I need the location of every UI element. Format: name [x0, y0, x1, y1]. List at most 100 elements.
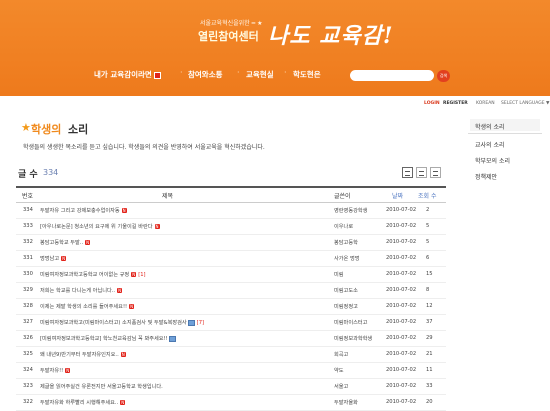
page-intro: 학생들의 생생한 목소리를 듣고 싶습니다. 학생들의 의견을 반영하여 서울교… — [23, 144, 265, 151]
row-author[interactable]: 미림 — [334, 271, 344, 278]
row-title-cell[interactable]: 두발자유화 하루빨리 시행해주세요.. N — [40, 399, 126, 406]
row-title-link[interactable]: 제글을 읽어주실건 유론전지만 서울고등학교 학생입니다. — [40, 384, 163, 390]
table-row[interactable]: 334 두발자유 그리고 강제보충수업이자동 N 영란영동강학생 2010-07-02 2 — [16, 203, 446, 219]
row-title-cell[interactable]: 미림여자정보과학고등학교 어이없는 규정 N [1] — [40, 271, 146, 278]
row-title-cell[interactable]: 왜 내년9)반기부터 두발자유인지요.. N — [40, 351, 126, 358]
row-author[interactable]: 두발자율화 — [334, 399, 358, 406]
table-row[interactable]: 327 미림여자정보과학고(미림마이스터고) 소지품검사 및 두발&복장검사 [7]… — [16, 315, 446, 331]
table-row[interactable]: 326 [미림여자정보과학고등학교] 학노천교육감님 꼭 봐주세요!! 미림정보과학… — [16, 331, 446, 347]
row-date: 2010-07-02 — [386, 399, 417, 405]
comment-count[interactable]: [1] — [138, 272, 145, 278]
row-title-link[interactable]: 두발자유화 하루빨리 시행해주세요.. — [40, 400, 118, 406]
row-title-cell[interactable]: 두발자유!! N — [40, 367, 71, 374]
row-date: 2010-07-02 — [386, 255, 417, 261]
nav-item-participation[interactable]: 참여와소통 — [188, 69, 223, 80]
row-date: 2010-07-02 — [386, 367, 417, 373]
table-row[interactable]: 331 멍멍남고 N 사가온 멍멍 2010-07-02 6 — [16, 251, 446, 267]
site-logo[interactable]: 서울교육혁신을위한 ━ ★ 열린참여센터 나도 교육감! — [170, 18, 393, 58]
table-row[interactable]: 325 왜 내년9)반기부터 두발자유인지요.. N 회곡고 2010-07-02 21 — [16, 347, 446, 363]
col-no: 번호 — [22, 193, 34, 200]
row-title-link[interactable]: 두발자유!! — [40, 368, 63, 374]
row-date: 2010-07-02 — [386, 223, 417, 229]
row-author[interactable]: 이우나로 — [334, 223, 353, 230]
table-row[interactable]: 328 이제는 제발 학생의 소리를 들어주세요!! N 미림정정고 2010-07-0… — [16, 299, 446, 315]
sidebar-item-teacher-voice[interactable]: 교사의 소리 — [475, 140, 505, 149]
row-date: 2010-07-02 — [386, 207, 417, 213]
row-author[interactable]: 미림정정고 — [334, 303, 358, 310]
post-count-value: 334 — [43, 168, 59, 177]
row-title-cell[interactable]: 제글을 읽어주실건 유론전지만 서울고등학교 학생입니다. — [40, 383, 163, 390]
nav-item-superintendent[interactable]: 내가 교육감이라면 — [94, 69, 161, 80]
row-author[interactable]: 영란영동강학생 — [334, 207, 367, 214]
row-title-link[interactable]: 봉담고등학교 두발.. — [40, 240, 83, 246]
row-title-cell[interactable]: 봉담고등학교 두발.. N — [40, 239, 91, 246]
gallery-view-icon[interactable] — [416, 167, 427, 178]
row-number: 332 — [23, 239, 33, 245]
row-title-link[interactable]: 저희는 학교를 다니는게 아닙니다.. — [40, 288, 115, 294]
row-date: 2010-07-02 — [386, 383, 417, 389]
table-row[interactable]: 329 저희는 학교를 다니는게 아닙니다.. N 미림고도소 2010-07-02 8 — [16, 283, 446, 299]
login-link[interactable]: LOGIN — [424, 101, 440, 106]
table-row[interactable]: 324 두발자유!! N 약도 2010-07-02 11 — [16, 363, 446, 379]
nav-label: 내가 교육감이라면 — [94, 70, 152, 79]
new-badge-icon: N — [131, 272, 137, 277]
row-title-link[interactable]: 이제는 제발 학생의 소리를 들어주세요!! — [40, 304, 127, 310]
table-row[interactable]: 322 두발자유화 하루빨리 시행해주세요.. N 두발자율화 2010-07-02 20 — [16, 395, 446, 411]
korean-link[interactable]: KOREAN — [476, 101, 495, 106]
table-row[interactable]: 333 [아우나로논문] 청소년의 요구에 위 기울이길 바란다 N 이우나로 2010… — [16, 219, 446, 235]
row-date: 2010-07-02 — [386, 319, 417, 325]
nav-item-education-reality[interactable]: 교육현실 — [246, 69, 274, 80]
sidebar-item-student-voice[interactable]: 학생의 소리 — [475, 122, 505, 131]
page-title-accent: 학생의 — [31, 123, 62, 136]
row-title-cell[interactable]: 미림여자정보과학고(미림마이스터고) 소지품검사 및 두발&복장검사 [7] — [40, 319, 204, 326]
language-select[interactable]: SELECT LANGUAGE ▼ — [501, 101, 549, 106]
row-title-cell[interactable]: 두발자유 그리고 강제보충수업이자동 N — [40, 207, 127, 214]
row-author[interactable]: 사가온 멍멍 — [334, 255, 360, 262]
table-row[interactable]: 323 제글을 읽어주실건 유론전지만 서울고등학교 학생입니다. 서울고 2010-… — [16, 379, 446, 395]
row-title-link[interactable]: 미림여자정보과학고등학교 어이없는 규정 — [40, 272, 129, 278]
sidebar-divider — [468, 133, 542, 134]
row-title-link[interactable]: 두발자유 그리고 강제보충수업이자동 — [40, 208, 120, 214]
row-views: 15 — [426, 271, 433, 277]
row-author[interactable]: 약도 — [334, 367, 344, 374]
sidebar-item-parent-voice[interactable]: 학부모의 소리 — [475, 156, 510, 165]
row-author[interactable]: 미림정보과학학생 — [334, 335, 372, 342]
row-author[interactable]: 서울고 — [334, 383, 348, 390]
row-title-cell[interactable]: 이제는 제발 학생의 소리를 들어주세요!! N — [40, 303, 135, 310]
table-row[interactable]: 330 미림여자정보과학고등학교 어이없는 규정 N [1] 미림 2010-07-02 1… — [16, 267, 446, 283]
table-row[interactable]: 332 봉담고등학교 두발.. N 봉담고등학 2010-07-02 5 — [16, 235, 446, 251]
row-number: 327 — [23, 319, 33, 325]
row-author[interactable]: 미림고도소 — [334, 287, 358, 294]
row-title-cell[interactable]: [미림여자정보과학고등학교] 학노천교육감님 꼭 봐주세요!! — [40, 335, 176, 342]
row-title-cell[interactable]: 저희는 학교를 다니는게 아닙니다.. N — [40, 287, 123, 294]
list-view-icon[interactable] — [402, 167, 413, 178]
row-number: 329 — [23, 287, 33, 293]
search-input[interactable] — [350, 70, 434, 81]
new-icon — [153, 71, 161, 79]
row-title-cell[interactable]: 멍멍남고 N — [40, 255, 67, 262]
col-title: 제목 — [162, 193, 174, 200]
row-author[interactable]: 회곡고 — [334, 351, 348, 358]
row-title-link[interactable]: [미림여자정보과학고등학교] 학노천교육감님 꼭 봐주세요!! — [40, 336, 168, 342]
row-author[interactable]: 봉담고등학 — [334, 239, 358, 246]
sidebar-item-policy-proposal[interactable]: 정책제안 — [475, 172, 497, 181]
row-views: 2 — [426, 207, 430, 213]
comment-count[interactable]: [7] — [197, 320, 204, 326]
search-button[interactable]: 검색 — [437, 70, 450, 82]
register-link[interactable]: REGISTER — [443, 101, 468, 106]
row-number: 324 — [23, 367, 33, 373]
row-number: 333 — [23, 223, 33, 229]
image-icon — [168, 335, 176, 342]
nav-item-about[interactable]: 학도현은 — [293, 69, 321, 80]
row-title-link[interactable]: 미림여자정보과학고(미림마이스터고) 소지품검사 및 두발&복장검사 — [40, 320, 187, 326]
col-date[interactable]: 날짜 — [392, 191, 403, 200]
col-views[interactable]: 조회 수 — [418, 191, 436, 200]
row-title-link[interactable]: 멍멍남고 — [40, 256, 59, 262]
row-title-link[interactable]: 왜 내년9)반기부터 두발자유인지요.. — [40, 352, 119, 358]
row-author[interactable]: 미림마이스터고 — [334, 319, 367, 326]
row-date: 2010-07-02 — [386, 303, 417, 309]
row-title-link[interactable]: [아우나로논문] 청소년의 요구에 위 기울이길 바란다 — [40, 224, 153, 230]
row-title-cell[interactable]: [아우나로논문] 청소년의 요구에 위 기울이길 바란다 N — [40, 223, 160, 230]
new-badge-icon: N — [85, 240, 91, 245]
web-view-icon[interactable] — [430, 167, 441, 178]
